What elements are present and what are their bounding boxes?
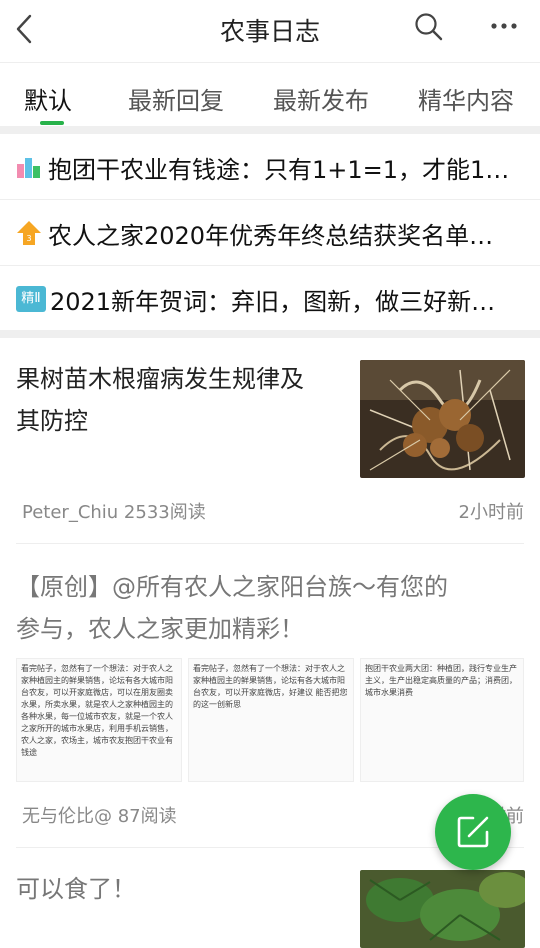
- post-image: 看完帖子，忽然有了一个想法：对于农人之家种植园主的鲜果销售，论坛有各大城市阳台农…: [188, 658, 354, 782]
- tab-default[interactable]: 默认: [24, 81, 72, 116]
- pin-top-icon: 3: [17, 221, 41, 245]
- post-title-line: 果树苗木根瘤病发生规律及: [16, 365, 304, 393]
- post-thumbnail: [360, 360, 525, 478]
- post-meta: Peter_Chiu 2533阅读: [22, 502, 206, 523]
- post-meta: 无与伦比@ 87阅读: [22, 806, 177, 827]
- page-title: 农事日志: [219, 17, 320, 46]
- post-card[interactable]: 果树苗木根瘤病发生规律及 其防控 Peter_Chiu 2533阅读 2小时前: [0, 338, 540, 544]
- tab-latest-post[interactable]: 最新发布: [273, 81, 369, 116]
- tab-latest-reply[interactable]: 最新回复: [128, 81, 224, 116]
- section-separator: [0, 126, 540, 134]
- tab-bar: 默认 最新回复 最新发布 精华内容: [0, 62, 540, 126]
- post-image: 看完帖子，忽然有了一个想法：对于农人之家种植园主的鲜果销售，论坛有各大城市阳台农…: [16, 658, 182, 782]
- post-title-line: 可以食了！: [16, 875, 136, 903]
- search-icon[interactable]: [414, 12, 444, 42]
- pinned-item[interactable]: 精Ⅱ 2021新年贺词：弃旧，图新，做三好新…: [0, 266, 540, 332]
- tab-essence[interactable]: 精华内容: [418, 81, 514, 116]
- pinned-item-title: 2021新年贺词：弃旧，图新，做三好新…: [50, 288, 496, 316]
- pinned-item-title: 抱团干农业有钱途：只有1+1=1，才能1…: [48, 156, 510, 184]
- bar-chart-icon: [17, 158, 40, 178]
- pinned-item[interactable]: 3 农人之家2020年优秀年终总结获奖名单…: [0, 200, 540, 266]
- essence-badge-icon: 精Ⅱ: [16, 286, 46, 312]
- post-thumbnail: [360, 870, 525, 948]
- svg-text:3: 3: [26, 234, 31, 243]
- section-separator: [0, 330, 540, 338]
- pinned-item[interactable]: 抱团干农业有钱途：只有1+1=1，才能1…: [0, 134, 540, 200]
- pinned-item-title: 农人之家2020年优秀年终总结获奖名单…: [48, 222, 494, 250]
- post-title-line: 参与，农人之家更加精彩！: [16, 615, 304, 643]
- post-title-line: 【原创】@所有农人之家阳台族～有您的: [16, 573, 448, 601]
- more-icon[interactable]: [490, 18, 518, 34]
- post-time: 2小时前: [458, 502, 524, 523]
- edit-icon: [457, 816, 489, 848]
- post-image: 抱团干农业两大团：种植团，践行专业生产主义，生产出稳定高质量的产品；消费团，城市…: [360, 658, 524, 782]
- compose-button[interactable]: [435, 794, 511, 870]
- active-tab-indicator: [40, 121, 64, 125]
- top-bar: 农事日志: [0, 0, 540, 62]
- post-title-line: 其防控: [16, 407, 88, 435]
